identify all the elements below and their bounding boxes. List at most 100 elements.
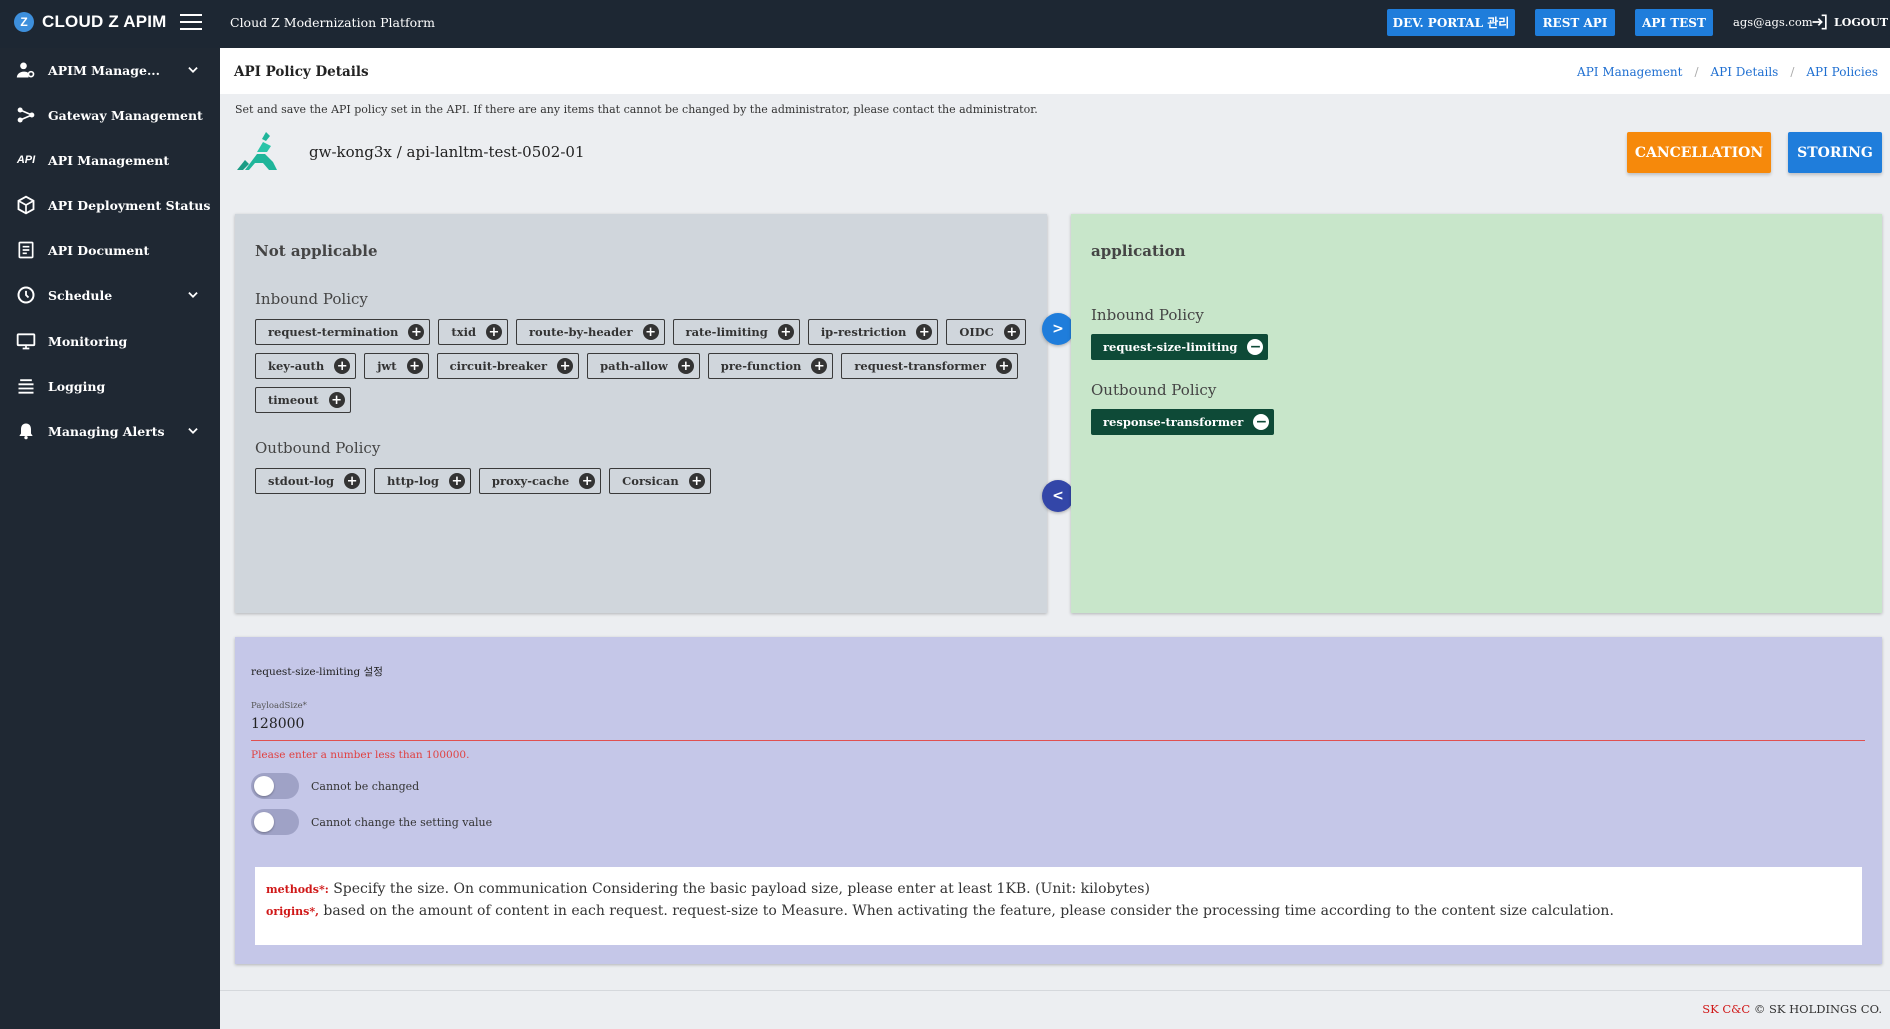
add-icon[interactable]: + (1003, 324, 1020, 340)
breadcrumb-separator: / (1694, 65, 1699, 79)
sidebar-item-api-management[interactable]: API API Management (0, 140, 220, 180)
outbound-policy-list: stdout-log + http-log + proxy-cache + Corsi… (255, 468, 1035, 494)
page-description: Set and save the API policy set in the A… (235, 103, 1038, 116)
add-icon[interactable]: + (642, 324, 659, 340)
policy-chip[interactable]: OIDC + (946, 319, 1026, 345)
policy-chip[interactable]: proxy-cache + (478, 468, 602, 494)
policy-chip[interactable]: key-auth + (255, 353, 357, 379)
panel-title: Not applicable (255, 242, 378, 260)
policy-chip[interactable]: path-allow + (587, 353, 700, 379)
help-line: methods*: Specify the size. On communica… (266, 881, 1851, 897)
application-panel: application Inbound Policy request-size-… (1071, 214, 1882, 613)
remove-icon[interactable]: − (1247, 339, 1264, 355)
sidebar-item-apim-manage[interactable]: APIM Manage... (0, 50, 220, 90)
footer-copyright: © SK HOLDINGS CO. (1753, 1002, 1882, 1016)
breadcrumb-api-management[interactable]: API Management (1577, 65, 1682, 79)
policy-chip[interactable]: request-transformer + (841, 353, 1018, 379)
sidebar-item-monitoring[interactable]: Monitoring (0, 321, 220, 361)
policy-chip[interactable]: Corsican + (609, 468, 711, 494)
breadcrumb-api-policies[interactable]: API Policies (1806, 65, 1878, 79)
user-gear-icon (16, 60, 36, 80)
chevron-down-icon (188, 292, 198, 298)
move-right-button[interactable]: > (1042, 313, 1074, 345)
sidebar-item-label: Schedule (48, 287, 113, 303)
sidebar-item-gateway-management[interactable]: Gateway Management (0, 95, 220, 135)
sidebar-item-label: Monitoring (48, 333, 128, 349)
sidebar-item-logging[interactable]: Logging (0, 366, 220, 406)
policy-chip[interactable]: timeout + (255, 387, 351, 413)
add-icon[interactable]: + (916, 324, 933, 340)
logout-icon (1812, 14, 1827, 30)
add-icon[interactable]: + (688, 473, 705, 489)
dev-portal-button[interactable]: DEV. PORTAL 관리 (1387, 9, 1515, 36)
sidebar-item-schedule[interactable]: Schedule (0, 275, 220, 315)
policy-chip[interactable]: circuit-breaker + (436, 353, 580, 379)
policy-chip[interactable]: stdout-log + (255, 468, 367, 494)
add-icon[interactable]: + (328, 392, 345, 408)
add-icon[interactable]: + (448, 473, 465, 489)
panel-title: application (1091, 242, 1186, 260)
user-email: ags@ags.com (1733, 15, 1813, 29)
breadcrumb-api-details[interactable]: API Details (1711, 65, 1779, 79)
policy-chip[interactable]: rate-limiting + (672, 319, 800, 345)
add-icon[interactable]: + (579, 473, 596, 489)
payload-size-input[interactable]: 128000 (251, 716, 304, 732)
add-icon[interactable]: + (677, 358, 694, 374)
sidebar-item-api-deployment-status[interactable]: API Deployment Status (0, 185, 220, 225)
add-icon[interactable]: + (811, 358, 828, 374)
add-icon[interactable]: + (777, 324, 794, 340)
cannot-change-setting-toggle[interactable] (251, 809, 299, 835)
logo-text: CLOUD Z APIM (42, 12, 167, 31)
inbound-policy-list: request-termination + txid + route-by-head… (255, 319, 1035, 413)
policy-chip[interactable]: route-by-header + (515, 319, 665, 345)
add-icon[interactable]: + (406, 358, 423, 374)
gateway-name: gw-kong3x (309, 143, 392, 161)
policy-chip-selected[interactable]: request-size-limiting − (1091, 334, 1269, 360)
app-logo[interactable]: Z CLOUD Z APIM (14, 12, 167, 32)
sidebar-item-label: API Document (48, 242, 150, 258)
toggle-knob (254, 776, 274, 796)
cancel-button[interactable]: CANCELLATION (1627, 132, 1771, 173)
add-icon[interactable]: + (485, 324, 502, 340)
inbound-policy-label: Inbound Policy (255, 290, 368, 308)
help-text: Specify the size. On communication Consi… (333, 881, 1150, 897)
not-applicable-panel: Not applicable Inbound Policy request-te… (235, 214, 1047, 613)
page-header: API Policy Details API Management / API … (220, 48, 1890, 94)
inbound-policy-list: request-size-limiting − (1091, 334, 1269, 360)
policy-chip[interactable]: request-termination + (255, 319, 431, 345)
policy-chip[interactable]: http-log + (374, 468, 471, 494)
cannot-be-changed-toggle[interactable] (251, 773, 299, 799)
chevron-left-icon: < (1052, 488, 1064, 504)
policy-chip-selected[interactable]: response-transformer − (1091, 409, 1275, 435)
policy-chip[interactable]: ip-restriction + (807, 319, 939, 345)
api-icon: API (16, 154, 36, 166)
rest-api-button[interactable]: REST API (1535, 9, 1615, 36)
sidebar-item-managing-alerts[interactable]: Managing Alerts (0, 411, 220, 451)
help-line: origins*, based on the amount of content… (266, 903, 1851, 919)
menu-toggle-icon[interactable] (180, 14, 202, 32)
page-title: API Policy Details (234, 64, 369, 80)
kong-logo-icon (237, 132, 277, 170)
sidebar-item-label: Gateway Management (48, 107, 203, 123)
remove-icon[interactable]: − (1253, 414, 1270, 430)
sidebar-item-label: Logging (48, 378, 106, 394)
help-key: origins*, (266, 905, 319, 918)
add-icon[interactable]: + (344, 473, 361, 489)
policy-chip[interactable]: jwt + (364, 353, 429, 379)
move-left-button[interactable]: < (1042, 480, 1074, 512)
help-box: methods*: Specify the size. On communica… (255, 867, 1862, 945)
add-icon[interactable]: + (995, 358, 1012, 374)
api-test-button[interactable]: API TEST (1635, 9, 1713, 36)
logout-label: LOGOUT (1834, 15, 1889, 29)
cube-icon (16, 195, 36, 215)
logout-button[interactable]: LOGOUT (1810, 12, 1888, 32)
add-icon[interactable]: + (334, 358, 351, 374)
add-icon[interactable]: + (557, 358, 574, 374)
policy-chip[interactable]: pre-function + (707, 353, 834, 379)
footer: SK C&C © SK HOLDINGS CO. (220, 990, 1890, 1029)
add-icon[interactable]: + (408, 324, 425, 340)
policy-chip[interactable]: txid + (438, 319, 508, 345)
sidebar-item-api-document[interactable]: API Document (0, 230, 220, 270)
chevron-down-icon (188, 428, 198, 434)
store-button[interactable]: STORING (1788, 132, 1882, 173)
